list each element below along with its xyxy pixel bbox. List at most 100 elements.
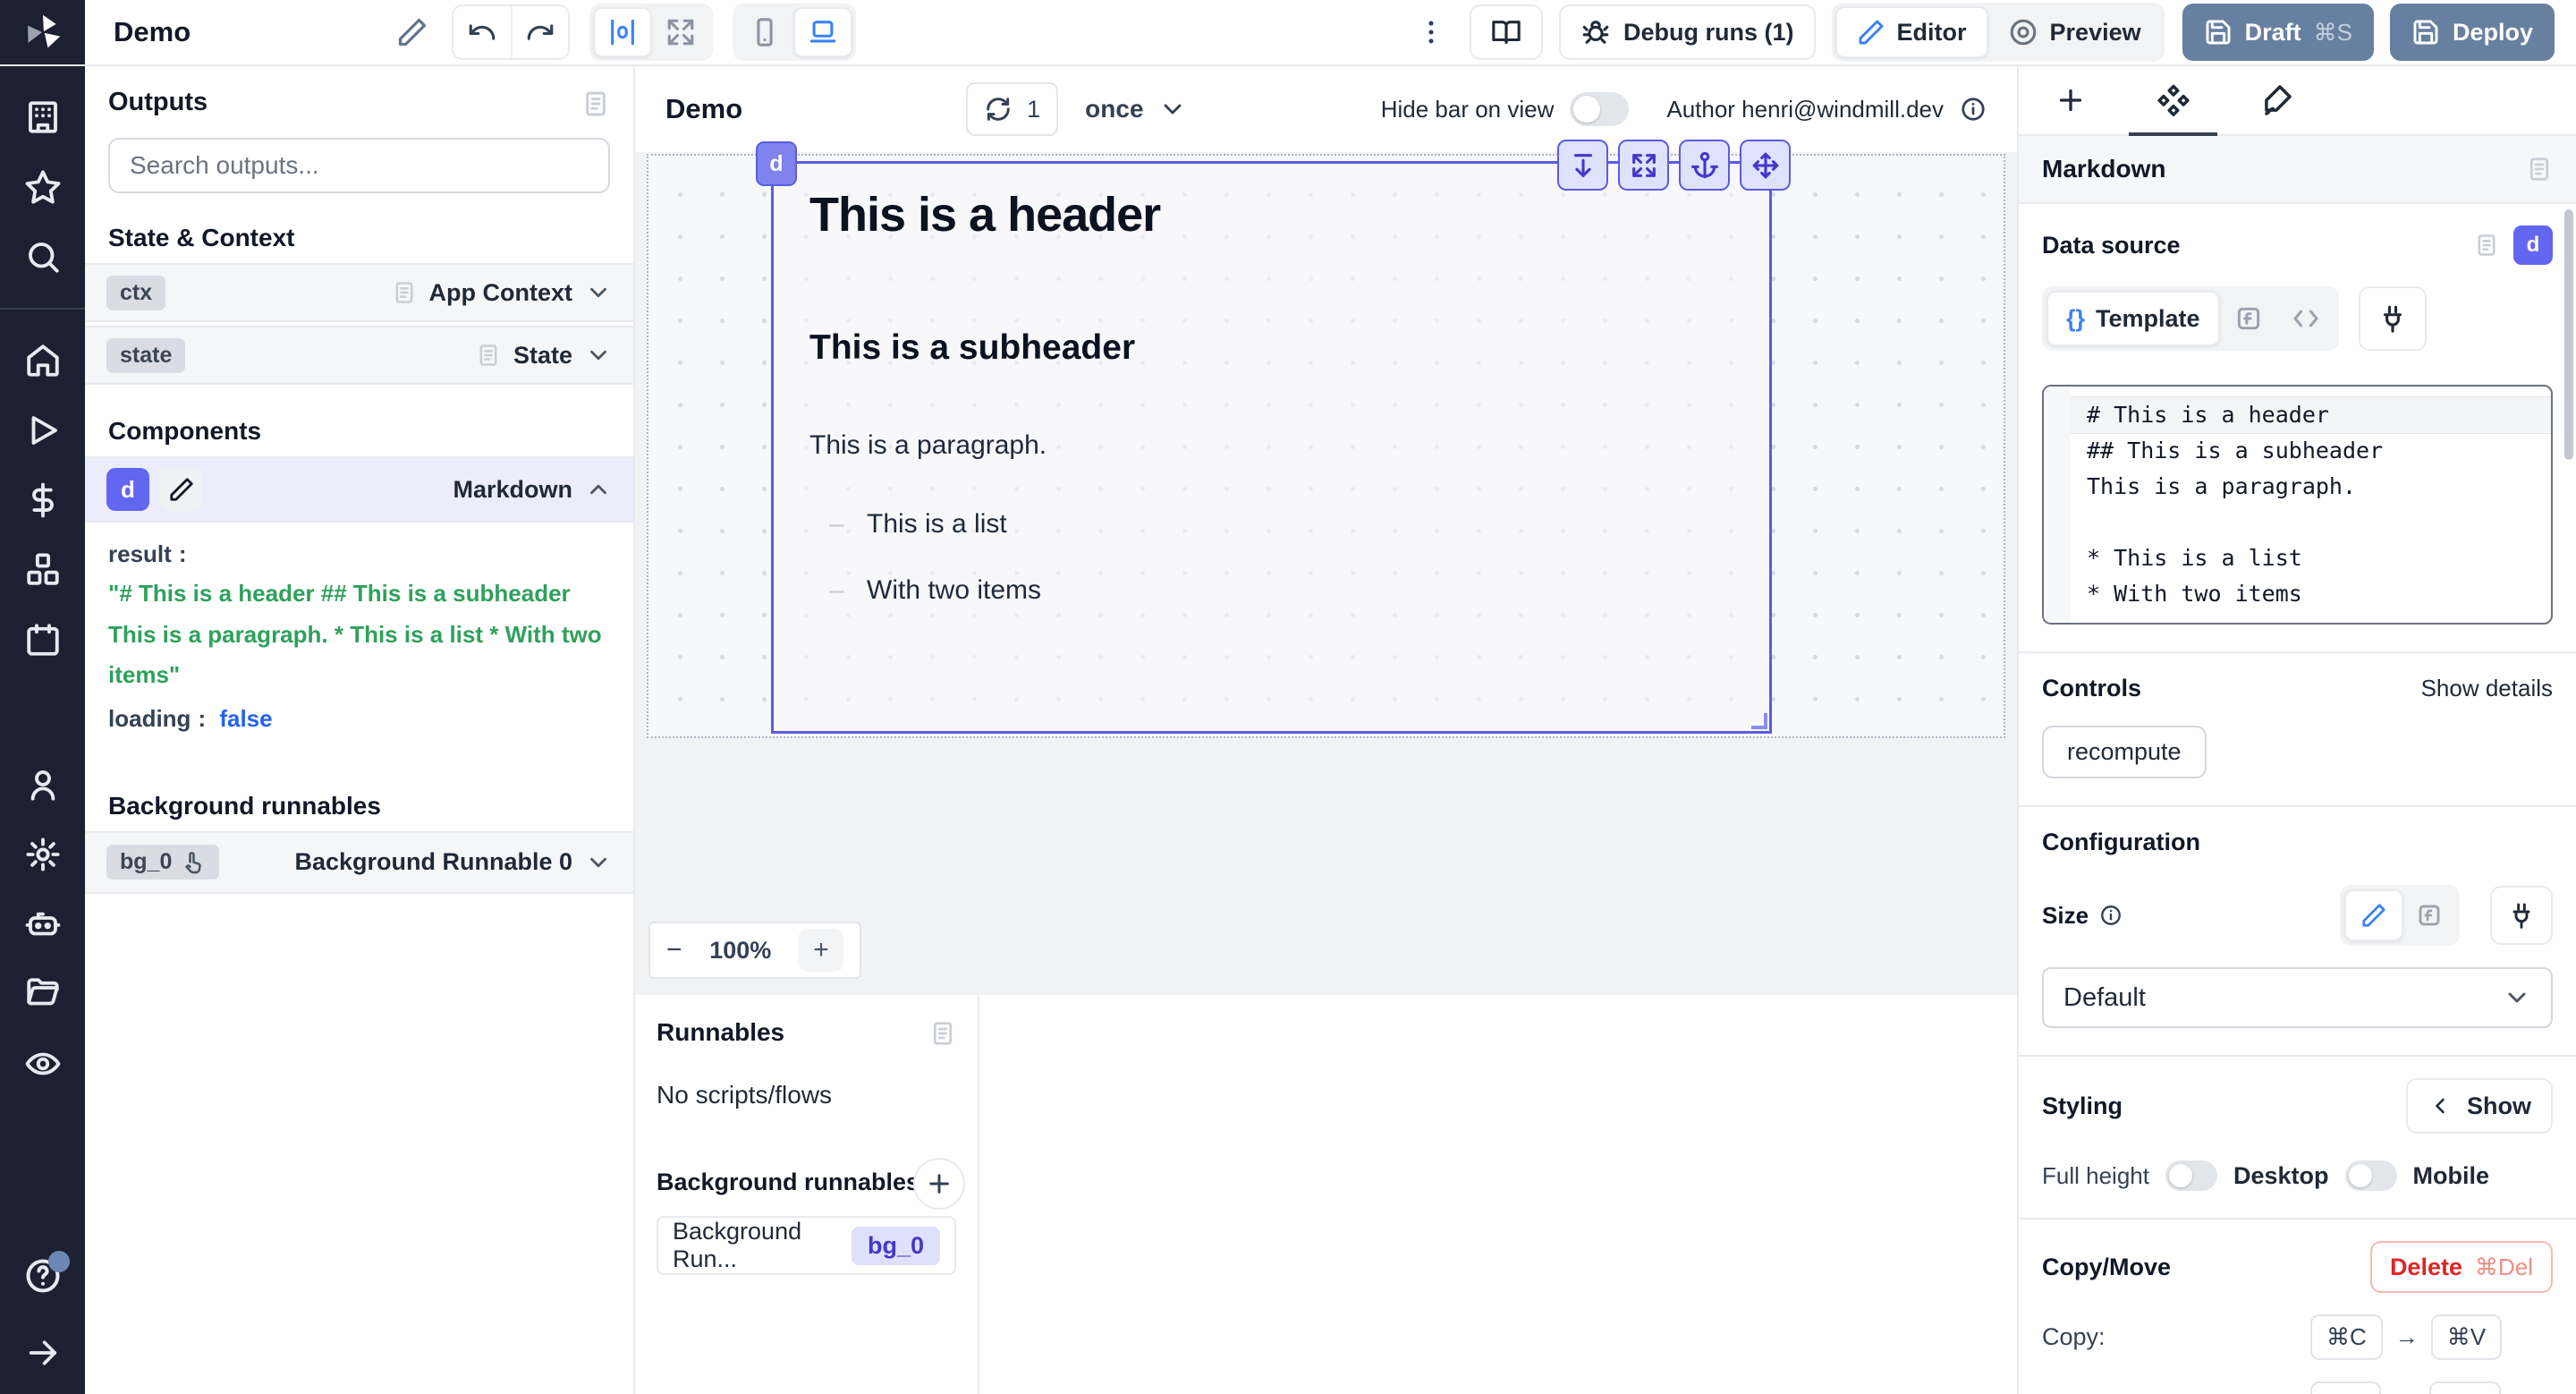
edit-component-id-button[interactable] [160, 468, 203, 511]
connect-input-button[interactable] [2359, 286, 2427, 351]
tab-insert-component[interactable] [2019, 66, 2122, 134]
editor-tab[interactable]: Editor [1835, 6, 1988, 58]
selected-component-tag[interactable]: d [756, 141, 797, 186]
centered-layout-button[interactable] [593, 7, 652, 57]
resources-button[interactable] [24, 551, 62, 589]
users-button[interactable] [24, 766, 62, 803]
size-connect-button[interactable] [2490, 886, 2553, 945]
tab-styling[interactable] [2224, 66, 2327, 134]
home-button[interactable] [24, 342, 62, 379]
size-select-value: Default [2063, 983, 2146, 1013]
search-icon [24, 238, 62, 276]
state-row[interactable]: state State [85, 326, 633, 385]
panel-doc-icon[interactable] [929, 1018, 956, 1049]
size-static-button[interactable] [2344, 889, 2403, 941]
refresh-counter[interactable]: 1 [966, 82, 1058, 136]
chevron-down-icon[interactable] [585, 342, 612, 369]
redo-button[interactable] [511, 6, 568, 58]
chevron-down-icon[interactable] [585, 849, 612, 876]
code-line[interactable]: This is a paragraph. [2087, 469, 2551, 505]
chevron-left-icon [2428, 1093, 2453, 1118]
add-bg-runnable-button[interactable] [913, 1158, 965, 1210]
desktop-view-button[interactable] [793, 7, 852, 57]
fullscreen-handle[interactable] [1618, 140, 1669, 191]
expand-down-handle[interactable] [1557, 140, 1608, 191]
kbd-key: ⌘V [2431, 1314, 2502, 1360]
scrollbar-thumb[interactable] [2564, 209, 2573, 460]
zoom-out-button[interactable]: − [666, 935, 682, 965]
workers-button[interactable] [24, 905, 62, 943]
audit-logs-button[interactable] [24, 1045, 62, 1083]
mobile-label: Mobile [2413, 1162, 2490, 1190]
panel-doc-icon[interactable] [2526, 154, 2553, 184]
result-value[interactable]: "# This is a header ## This is a subhead… [108, 574, 610, 696]
chevron-up-icon[interactable] [585, 476, 612, 503]
info-icon[interactable] [1960, 96, 1987, 123]
chevron-down-icon[interactable] [585, 279, 612, 306]
ctx-row[interactable]: ctx App Context [85, 263, 633, 322]
code-line[interactable]: * With two items [2087, 576, 2551, 612]
draft-button[interactable]: Draft ⌘S [2182, 4, 2374, 61]
move-handle[interactable] [1740, 140, 1791, 191]
mobile-view-button[interactable] [736, 7, 793, 57]
deploy-button[interactable]: Deploy [2390, 4, 2555, 61]
code-line[interactable]: * This is a list [2087, 540, 2551, 576]
schedules-button[interactable] [24, 621, 62, 659]
workspace-button[interactable] [24, 98, 62, 136]
bg-runnable-card[interactable]: Background Run... bg_0 [657, 1216, 956, 1275]
search-outputs-input[interactable] [130, 151, 589, 180]
code-line[interactable] [2087, 505, 2551, 540]
size-function-button[interactable] [2403, 889, 2455, 941]
undo-button[interactable] [453, 6, 511, 58]
kebab-menu-icon [1416, 17, 1446, 47]
full-height-toggle[interactable] [2165, 1160, 2217, 1191]
markdown-list-item: This is a list [809, 509, 1733, 540]
canvas-area[interactable]: d This is a header This is a subheader T… [635, 152, 2017, 995]
help-button[interactable] [23, 1256, 63, 1296]
markdown-component[interactable]: This is a header This is a subheader Thi… [771, 161, 1772, 734]
delete-component-button[interactable]: Delete ⌘Del [2370, 1241, 2553, 1293]
preview-tab[interactable]: Preview [1988, 6, 2161, 58]
configuration-title: Configuration [2042, 829, 2553, 856]
component-d-row[interactable]: d Markdown [85, 456, 633, 523]
rename-app-button[interactable] [396, 16, 428, 48]
settings-button[interactable] [24, 836, 62, 873]
resize-handle[interactable] [1751, 713, 1767, 729]
show-details-link[interactable]: Show details [2421, 675, 2553, 702]
windmill-logo[interactable] [0, 0, 85, 64]
panel-doc-icon[interactable] [581, 88, 610, 120]
search-button[interactable] [24, 238, 62, 276]
show-styling-button[interactable]: Show [2406, 1078, 2553, 1134]
loading-key[interactable]: loading [108, 705, 191, 732]
zoom-level: 100% [702, 937, 779, 965]
folders-button[interactable] [24, 975, 62, 1013]
function-mode-button[interactable] [2220, 291, 2277, 346]
favorites-button[interactable] [24, 168, 62, 206]
schedule-dropdown[interactable]: once [1085, 95, 1186, 123]
size-select[interactable]: Default [2042, 967, 2553, 1028]
debug-runs-label: Debug runs (1) [1623, 19, 1794, 47]
result-key[interactable]: result [108, 540, 172, 567]
app-grid-container[interactable]: d This is a header This is a subheader T… [647, 154, 2005, 738]
runs-button[interactable] [24, 412, 62, 449]
docs-button[interactable] [1470, 4, 1543, 60]
info-icon[interactable] [2099, 904, 2123, 927]
anchor-handle[interactable] [1679, 140, 1730, 191]
undo-icon [467, 17, 497, 47]
variables-button[interactable] [24, 481, 62, 519]
expand-sidebar-button[interactable] [25, 1335, 61, 1371]
debug-runs-button[interactable]: Debug runs (1) [1559, 4, 1816, 60]
hide-bar-toggle[interactable] [1570, 92, 1629, 126]
tab-component-settings[interactable] [2122, 66, 2224, 134]
desktop-toggle[interactable] [2345, 1160, 2397, 1191]
code-line[interactable]: # This is a header [2071, 397, 2551, 433]
zoom-in-button[interactable]: + [799, 929, 843, 972]
full-width-layout-button[interactable] [652, 7, 709, 57]
recompute-button[interactable]: recompute [2042, 726, 2207, 778]
template-code-editor[interactable]: # This is a header ## This is a subheade… [2042, 385, 2553, 625]
code-line[interactable]: ## This is a subheader [2087, 433, 2551, 469]
more-options-button[interactable] [1416, 17, 1446, 47]
template-mode-button[interactable]: {} Template [2046, 291, 2220, 346]
bg-runnable-row[interactable]: bg_0 Background Runnable 0 [85, 831, 633, 894]
code-mode-button[interactable] [2277, 291, 2334, 346]
